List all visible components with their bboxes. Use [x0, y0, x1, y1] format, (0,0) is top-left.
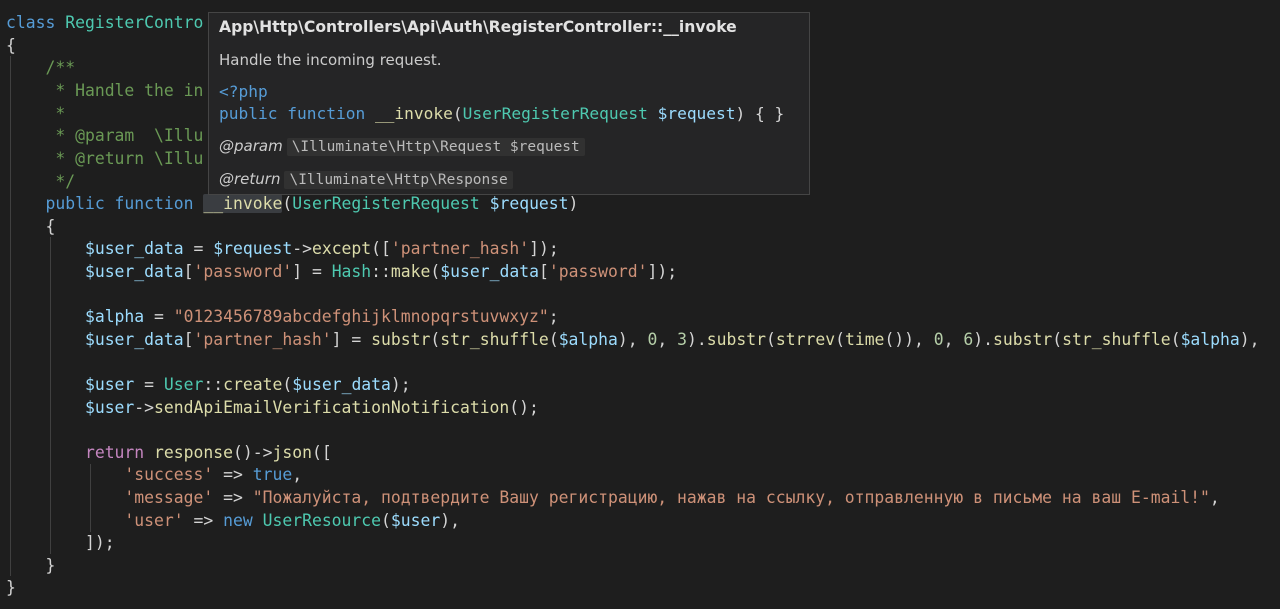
code-line-15: $user_data['partner_hash'] = substr(str_…: [84, 330, 1260, 349]
code-line-7: * @return \Illu: [45, 149, 204, 168]
code-line-11: $user_data = $request->except(['partner_…: [84, 239, 559, 258]
code-line-10: {: [45, 217, 56, 236]
hover-description: Handle the incoming request.: [219, 51, 442, 69]
code-line-6: * @param \Illu: [45, 126, 204, 145]
code-line-21: 'success' => true,: [124, 465, 303, 484]
hover-title: App\Http\Controllers\Api\Auth\RegisterCo…: [219, 18, 737, 36]
code-line-5: *: [45, 104, 66, 123]
code-line-22: 'message' => "Пожалуйста, подтвердите Ва…: [124, 488, 1220, 507]
code-line-24: ]);: [84, 533, 115, 552]
code-line-25: }: [45, 556, 56, 575]
invoke-symbol[interactable]: __invoke: [203, 194, 283, 213]
code-line-20: return response()->json([: [84, 443, 332, 462]
code-line-method-signature: public function __invoke(UserRegisterReq…: [45, 194, 579, 213]
hover-tooltip[interactable]: App\Http\Controllers\Api\Auth\RegisterCo…: [208, 12, 810, 195]
code-line-2: {: [6, 36, 16, 55]
code-line-14: $alpha = "0123456789abcdefghijklmnopqrst…: [84, 307, 559, 326]
code-line-26: }: [6, 578, 16, 597]
hover-param: @param \Illuminate\Http\Request $request: [219, 137, 585, 156]
code-line-8: */: [45, 172, 76, 191]
code-line-23: 'user' => new UserResource($user),: [124, 511, 460, 530]
code-line-17: $user = User::create($user_data);: [84, 375, 411, 394]
code-line-1: class RegisterContro: [6, 13, 204, 32]
code-line-18: $user->sendApiEmailVerificationNotificat…: [84, 398, 539, 417]
hover-return: @return \Illuminate\Http\Response: [219, 170, 513, 189]
hover-code-open: <?php: [219, 82, 268, 101]
code-line-3: /**: [45, 58, 76, 77]
code-line-4: * Handle the in: [45, 81, 204, 100]
hover-code-signature: public function __invoke(UserRegisterReq…: [219, 104, 785, 123]
code-line-12: $user_data['password'] = Hash::make($use…: [84, 262, 678, 281]
